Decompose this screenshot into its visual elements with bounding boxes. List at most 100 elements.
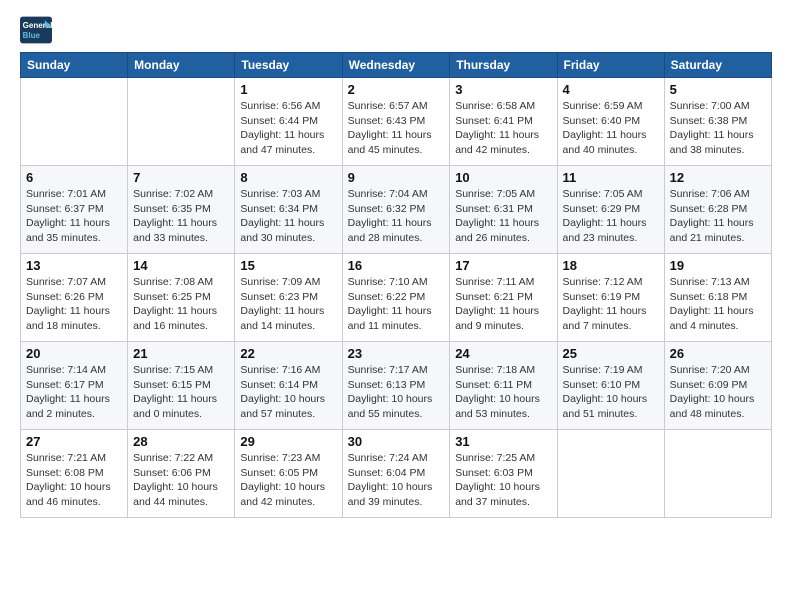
- header-friday: Friday: [557, 53, 664, 78]
- day-number: 25: [563, 346, 659, 361]
- calendar-week-row: 20 Sunrise: 7:14 AM Sunset: 6:17 PM Dayli…: [21, 342, 772, 430]
- calendar-day-31: 31Sunrise: 7:25 AM Sunset: 6:03 PM Dayli…: [450, 430, 557, 518]
- header-tuesday: Tuesday: [235, 53, 342, 78]
- day-number: 16: [348, 258, 445, 273]
- calendar-day-28: 28Sunrise: 7:22 AM Sunset: 6:06 PM Dayli…: [128, 430, 235, 518]
- calendar-day-27: 27Sunrise: 7:21 AM Sunset: 6:08 PM Dayli…: [21, 430, 128, 518]
- day-detail: Sunrise: 6:56 AM Sunset: 6:44 PM Dayligh…: [240, 99, 336, 158]
- calendar-day-26: 26 Sunrise: 7:20 AM Sunset: 6:09 PM Dayli…: [664, 342, 771, 430]
- day-number: 8: [240, 170, 336, 185]
- header-wednesday: Wednesday: [342, 53, 450, 78]
- calendar-day-15: 15 Sunrise: 7:09 AM Sunset: 6:23 PM Dayli…: [235, 254, 342, 342]
- day-detail: Sunrise: 6:58 AM Sunset: 6:41 PM Dayligh…: [455, 99, 551, 158]
- day-detail: Sunrise: 7:18 AM Sunset: 6:11 PM Dayligh…: [455, 363, 551, 422]
- header-sunday: Sunday: [21, 53, 128, 78]
- day-detail: Sunrise: 7:14 AM Sunset: 6:17 PM Dayligh…: [26, 363, 122, 422]
- calendar-empty-cell: [128, 78, 235, 166]
- header-monday: Monday: [128, 53, 235, 78]
- calendar-day-13: 13Sunrise: 7:07 AM Sunset: 6:26 PM Dayli…: [21, 254, 128, 342]
- day-detail: Sunrise: 7:10 AM Sunset: 6:22 PM Dayligh…: [348, 275, 445, 334]
- day-detail: Sunrise: 7:20 AM Sunset: 6:09 PM Dayligh…: [670, 363, 766, 422]
- day-detail: Sunrise: 7:24 AM Sunset: 6:04 PM Dayligh…: [348, 451, 445, 510]
- day-number: 1: [240, 82, 336, 97]
- day-detail: Sunrise: 7:02 AM Sunset: 6:35 PM Dayligh…: [133, 187, 229, 246]
- day-detail: Sunrise: 7:15 AM Sunset: 6:15 PM Dayligh…: [133, 363, 229, 422]
- calendar-day-1: 1 Sunrise: 6:56 AM Sunset: 6:44 PM Daylig…: [235, 78, 342, 166]
- header-thursday: Thursday: [450, 53, 557, 78]
- calendar-day-21: 21 Sunrise: 7:15 AM Sunset: 6:15 PM Dayli…: [128, 342, 235, 430]
- calendar-day-17: 17Sunrise: 7:11 AM Sunset: 6:21 PM Dayli…: [450, 254, 557, 342]
- calendar-day-22: 22 Sunrise: 7:16 AM Sunset: 6:14 PM Dayli…: [235, 342, 342, 430]
- calendar-day-19: 19 Sunrise: 7:13 AM Sunset: 6:18 PM Dayli…: [664, 254, 771, 342]
- day-number: 23: [348, 346, 445, 361]
- day-number: 30: [348, 434, 445, 449]
- day-detail: Sunrise: 7:03 AM Sunset: 6:34 PM Dayligh…: [240, 187, 336, 246]
- calendar-table: SundayMondayTuesdayWednesdayThursdayFrid…: [20, 52, 772, 518]
- day-number: 27: [26, 434, 122, 449]
- day-detail: Sunrise: 7:09 AM Sunset: 6:23 PM Dayligh…: [240, 275, 336, 334]
- day-detail: Sunrise: 7:01 AM Sunset: 6:37 PM Dayligh…: [26, 187, 122, 246]
- calendar-empty-cell: [664, 430, 771, 518]
- day-number: 24: [455, 346, 551, 361]
- day-detail: Sunrise: 7:23 AM Sunset: 6:05 PM Dayligh…: [240, 451, 336, 510]
- day-detail: Sunrise: 7:12 AM Sunset: 6:19 PM Dayligh…: [563, 275, 659, 334]
- day-number: 5: [670, 82, 766, 97]
- day-number: 15: [240, 258, 336, 273]
- day-detail: Sunrise: 7:17 AM Sunset: 6:13 PM Dayligh…: [348, 363, 445, 422]
- calendar-week-row: 1 Sunrise: 6:56 AM Sunset: 6:44 PM Daylig…: [21, 78, 772, 166]
- day-number: 9: [348, 170, 445, 185]
- day-number: 7: [133, 170, 229, 185]
- day-detail: Sunrise: 7:05 AM Sunset: 6:31 PM Dayligh…: [455, 187, 551, 246]
- calendar-week-row: 6 Sunrise: 7:01 AM Sunset: 6:37 PM Daylig…: [21, 166, 772, 254]
- calendar-day-6: 6 Sunrise: 7:01 AM Sunset: 6:37 PM Daylig…: [21, 166, 128, 254]
- calendar-day-16: 16 Sunrise: 7:10 AM Sunset: 6:22 PM Dayli…: [342, 254, 450, 342]
- calendar-day-4: 4 Sunrise: 6:59 AM Sunset: 6:40 PM Daylig…: [557, 78, 664, 166]
- day-number: 11: [563, 170, 659, 185]
- day-number: 6: [26, 170, 122, 185]
- day-detail: Sunrise: 7:19 AM Sunset: 6:10 PM Dayligh…: [563, 363, 659, 422]
- day-number: 3: [455, 82, 551, 97]
- day-detail: Sunrise: 7:11 AM Sunset: 6:21 PM Dayligh…: [455, 275, 551, 334]
- calendar-day-30: 30 Sunrise: 7:24 AM Sunset: 6:04 PM Dayli…: [342, 430, 450, 518]
- day-detail: Sunrise: 7:05 AM Sunset: 6:29 PM Dayligh…: [563, 187, 659, 246]
- calendar-day-3: 3 Sunrise: 6:58 AM Sunset: 6:41 PM Daylig…: [450, 78, 557, 166]
- day-number: 29: [240, 434, 336, 449]
- calendar-day-2: 2Sunrise: 6:57 AM Sunset: 6:43 PM Daylig…: [342, 78, 450, 166]
- day-number: 26: [670, 346, 766, 361]
- calendar-day-8: 8 Sunrise: 7:03 AM Sunset: 6:34 PM Daylig…: [235, 166, 342, 254]
- calendar-empty-cell: [557, 430, 664, 518]
- calendar-day-10: 10 Sunrise: 7:05 AM Sunset: 6:31 PM Dayli…: [450, 166, 557, 254]
- day-detail: Sunrise: 6:59 AM Sunset: 6:40 PM Dayligh…: [563, 99, 659, 158]
- day-number: 18: [563, 258, 659, 273]
- logo: General Blue: [20, 16, 56, 44]
- day-number: 14: [133, 258, 229, 273]
- calendar-day-25: 25 Sunrise: 7:19 AM Sunset: 6:10 PM Dayli…: [557, 342, 664, 430]
- calendar-day-23: 23 Sunrise: 7:17 AM Sunset: 6:13 PM Dayli…: [342, 342, 450, 430]
- calendar-header-row: SundayMondayTuesdayWednesdayThursdayFrid…: [21, 53, 772, 78]
- calendar-week-row: 27Sunrise: 7:21 AM Sunset: 6:08 PM Dayli…: [21, 430, 772, 518]
- day-detail: Sunrise: 6:57 AM Sunset: 6:43 PM Dayligh…: [348, 99, 445, 158]
- day-number: 20: [26, 346, 122, 361]
- calendar-week-row: 13Sunrise: 7:07 AM Sunset: 6:26 PM Dayli…: [21, 254, 772, 342]
- day-number: 22: [240, 346, 336, 361]
- day-number: 12: [670, 170, 766, 185]
- header-saturday: Saturday: [664, 53, 771, 78]
- day-detail: Sunrise: 7:16 AM Sunset: 6:14 PM Dayligh…: [240, 363, 336, 422]
- day-detail: Sunrise: 7:06 AM Sunset: 6:28 PM Dayligh…: [670, 187, 766, 246]
- header-section: General Blue: [20, 16, 772, 44]
- day-detail: Sunrise: 7:07 AM Sunset: 6:26 PM Dayligh…: [26, 275, 122, 334]
- calendar-day-7: 7 Sunrise: 7:02 AM Sunset: 6:35 PM Daylig…: [128, 166, 235, 254]
- day-number: 19: [670, 258, 766, 273]
- day-number: 31: [455, 434, 551, 449]
- day-detail: Sunrise: 7:13 AM Sunset: 6:18 PM Dayligh…: [670, 275, 766, 334]
- day-detail: Sunrise: 7:08 AM Sunset: 6:25 PM Dayligh…: [133, 275, 229, 334]
- calendar-day-9: 9 Sunrise: 7:04 AM Sunset: 6:32 PM Daylig…: [342, 166, 450, 254]
- day-number: 4: [563, 82, 659, 97]
- day-detail: Sunrise: 7:00 AM Sunset: 6:38 PM Dayligh…: [670, 99, 766, 158]
- day-number: 21: [133, 346, 229, 361]
- day-detail: Sunrise: 7:04 AM Sunset: 6:32 PM Dayligh…: [348, 187, 445, 246]
- calendar-day-29: 29 Sunrise: 7:23 AM Sunset: 6:05 PM Dayli…: [235, 430, 342, 518]
- day-number: 10: [455, 170, 551, 185]
- calendar-day-24: 24 Sunrise: 7:18 AM Sunset: 6:11 PM Dayli…: [450, 342, 557, 430]
- day-detail: Sunrise: 7:22 AM Sunset: 6:06 PM Dayligh…: [133, 451, 229, 510]
